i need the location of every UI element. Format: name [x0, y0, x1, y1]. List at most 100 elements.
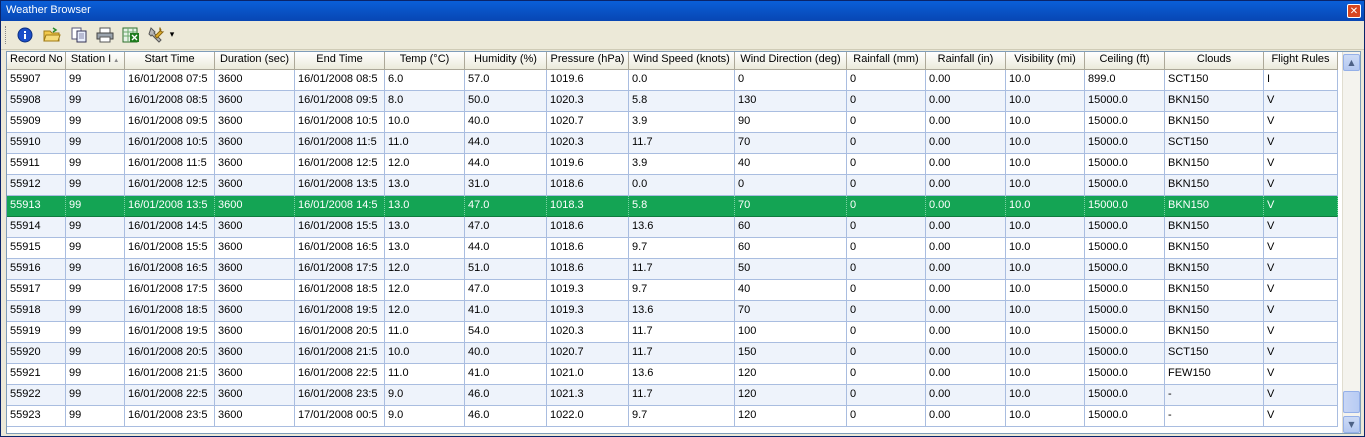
- cell-wind-speed-knots[interactable]: 13.6: [629, 217, 735, 238]
- cell-station-i[interactable]: 99: [66, 133, 125, 154]
- cell-temp-c[interactable]: 11.0: [385, 364, 465, 385]
- cell-wind-direction-deg[interactable]: 60: [735, 217, 847, 238]
- cell-flight-rules[interactable]: V: [1264, 112, 1338, 133]
- cell-visibility-mi[interactable]: 10.0: [1006, 133, 1085, 154]
- cell-duration-sec[interactable]: 3600: [215, 385, 295, 406]
- cell-station-i[interactable]: 99: [66, 154, 125, 175]
- cell-humidity[interactable]: 31.0: [465, 175, 547, 196]
- cell-clouds[interactable]: BKN150: [1165, 322, 1264, 343]
- cell-visibility-mi[interactable]: 10.0: [1006, 406, 1085, 427]
- cell-start-time[interactable]: 16/01/2008 07:5: [125, 70, 215, 91]
- cell-record-no[interactable]: 55917: [7, 280, 66, 301]
- cell-humidity[interactable]: 51.0: [465, 259, 547, 280]
- cell-rainfall-in[interactable]: 0.00: [926, 406, 1006, 427]
- cell-pressure-hpa[interactable]: 1020.3: [547, 91, 629, 112]
- cell-station-i[interactable]: 99: [66, 70, 125, 91]
- cell-rainfall-in[interactable]: 0.00: [926, 154, 1006, 175]
- cell-start-time[interactable]: 16/01/2008 12:5: [125, 175, 215, 196]
- cell-end-time[interactable]: 17/01/2008 00:5: [295, 406, 385, 427]
- cell-duration-sec[interactable]: 3600: [215, 154, 295, 175]
- cell-wind-speed-knots[interactable]: 11.7: [629, 343, 735, 364]
- cell-visibility-mi[interactable]: 10.0: [1006, 280, 1085, 301]
- cell-station-i[interactable]: 99: [66, 406, 125, 427]
- cell-temp-c[interactable]: 12.0: [385, 259, 465, 280]
- cell-flight-rules[interactable]: V: [1264, 322, 1338, 343]
- cell-clouds[interactable]: BKN150: [1165, 154, 1264, 175]
- cell-visibility-mi[interactable]: 10.0: [1006, 175, 1085, 196]
- column-header-clouds[interactable]: Clouds: [1165, 52, 1264, 70]
- cell-temp-c[interactable]: 9.0: [385, 385, 465, 406]
- cell-visibility-mi[interactable]: 10.0: [1006, 154, 1085, 175]
- cell-start-time[interactable]: 16/01/2008 20:5: [125, 343, 215, 364]
- cell-rainfall-in[interactable]: 0.00: [926, 133, 1006, 154]
- column-header-rainfall-mm[interactable]: Rainfall (mm): [847, 52, 926, 70]
- cell-wind-direction-deg[interactable]: 150: [735, 343, 847, 364]
- cell-flight-rules[interactable]: V: [1264, 175, 1338, 196]
- cell-start-time[interactable]: 16/01/2008 21:5: [125, 364, 215, 385]
- cell-humidity[interactable]: 50.0: [465, 91, 547, 112]
- cell-wind-speed-knots[interactable]: 9.7: [629, 280, 735, 301]
- cell-duration-sec[interactable]: 3600: [215, 133, 295, 154]
- cell-duration-sec[interactable]: 3600: [215, 301, 295, 322]
- cell-start-time[interactable]: 16/01/2008 23:5: [125, 406, 215, 427]
- scroll-up-button[interactable]: ▲: [1343, 54, 1360, 71]
- cell-start-time[interactable]: 16/01/2008 18:5: [125, 301, 215, 322]
- cell-clouds[interactable]: SCT150: [1165, 133, 1264, 154]
- cell-temp-c[interactable]: 13.0: [385, 196, 465, 217]
- cell-duration-sec[interactable]: 3600: [215, 259, 295, 280]
- cell-wind-direction-deg[interactable]: 60: [735, 238, 847, 259]
- cell-clouds[interactable]: BKN150: [1165, 175, 1264, 196]
- cell-visibility-mi[interactable]: 10.0: [1006, 301, 1085, 322]
- cell-duration-sec[interactable]: 3600: [215, 175, 295, 196]
- cell-clouds[interactable]: BKN150: [1165, 280, 1264, 301]
- cell-station-i[interactable]: 99: [66, 175, 125, 196]
- cell-end-time[interactable]: 16/01/2008 18:5: [295, 280, 385, 301]
- print-icon[interactable]: [95, 25, 115, 45]
- cell-humidity[interactable]: 54.0: [465, 322, 547, 343]
- cell-temp-c[interactable]: 11.0: [385, 133, 465, 154]
- cell-end-time[interactable]: 16/01/2008 11:5: [295, 133, 385, 154]
- table-row[interactable]: 55909 99 16/01/2008 09:5 3600 16/01/2008 10:…: [7, 112, 1338, 133]
- scroll-down-button[interactable]: ▼: [1343, 416, 1360, 433]
- settings-tools-icon[interactable]: [147, 25, 167, 45]
- copy-icon[interactable]: [69, 25, 89, 45]
- cell-temp-c[interactable]: 10.0: [385, 112, 465, 133]
- cell-visibility-mi[interactable]: 10.0: [1006, 91, 1085, 112]
- cell-wind-speed-knots[interactable]: 0.0: [629, 175, 735, 196]
- cell-flight-rules[interactable]: V: [1264, 196, 1338, 217]
- cell-start-time[interactable]: 16/01/2008 09:5: [125, 112, 215, 133]
- cell-duration-sec[interactable]: 3600: [215, 322, 295, 343]
- cell-wind-speed-knots[interactable]: 11.7: [629, 133, 735, 154]
- cell-wind-direction-deg[interactable]: 70: [735, 133, 847, 154]
- table-row[interactable]: 55920 99 16/01/2008 20:5 3600 16/01/2008 21:…: [7, 343, 1338, 364]
- cell-temp-c[interactable]: 9.0: [385, 406, 465, 427]
- cell-duration-sec[interactable]: 3600: [215, 112, 295, 133]
- cell-wind-direction-deg[interactable]: 70: [735, 301, 847, 322]
- cell-ceiling-ft[interactable]: 15000.0: [1085, 133, 1165, 154]
- cell-duration-sec[interactable]: 3600: [215, 238, 295, 259]
- cell-record-no[interactable]: 55908: [7, 91, 66, 112]
- toolbar-grip[interactable]: [5, 26, 9, 44]
- cell-duration-sec[interactable]: 3600: [215, 217, 295, 238]
- table-row[interactable]: 55908 99 16/01/2008 08:5 3600 16/01/2008 09:…: [7, 91, 1338, 112]
- cell-ceiling-ft[interactable]: 15000.0: [1085, 343, 1165, 364]
- cell-wind-direction-deg[interactable]: 120: [735, 406, 847, 427]
- cell-visibility-mi[interactable]: 10.0: [1006, 364, 1085, 385]
- cell-end-time[interactable]: 16/01/2008 21:5: [295, 343, 385, 364]
- cell-duration-sec[interactable]: 3600: [215, 406, 295, 427]
- cell-wind-speed-knots[interactable]: 3.9: [629, 112, 735, 133]
- column-header-record-no[interactable]: Record No: [7, 52, 66, 70]
- cell-wind-speed-knots[interactable]: 3.9: [629, 154, 735, 175]
- cell-clouds[interactable]: BKN150: [1165, 217, 1264, 238]
- cell-station-i[interactable]: 99: [66, 259, 125, 280]
- scroll-thumb[interactable]: [1343, 391, 1360, 413]
- cell-humidity[interactable]: 44.0: [465, 154, 547, 175]
- cell-temp-c[interactable]: 8.0: [385, 91, 465, 112]
- cell-visibility-mi[interactable]: 10.0: [1006, 196, 1085, 217]
- cell-rainfall-in[interactable]: 0.00: [926, 70, 1006, 91]
- cell-humidity[interactable]: 46.0: [465, 385, 547, 406]
- cell-flight-rules[interactable]: I: [1264, 70, 1338, 91]
- cell-pressure-hpa[interactable]: 1020.3: [547, 133, 629, 154]
- cell-duration-sec[interactable]: 3600: [215, 70, 295, 91]
- cell-end-time[interactable]: 16/01/2008 23:5: [295, 385, 385, 406]
